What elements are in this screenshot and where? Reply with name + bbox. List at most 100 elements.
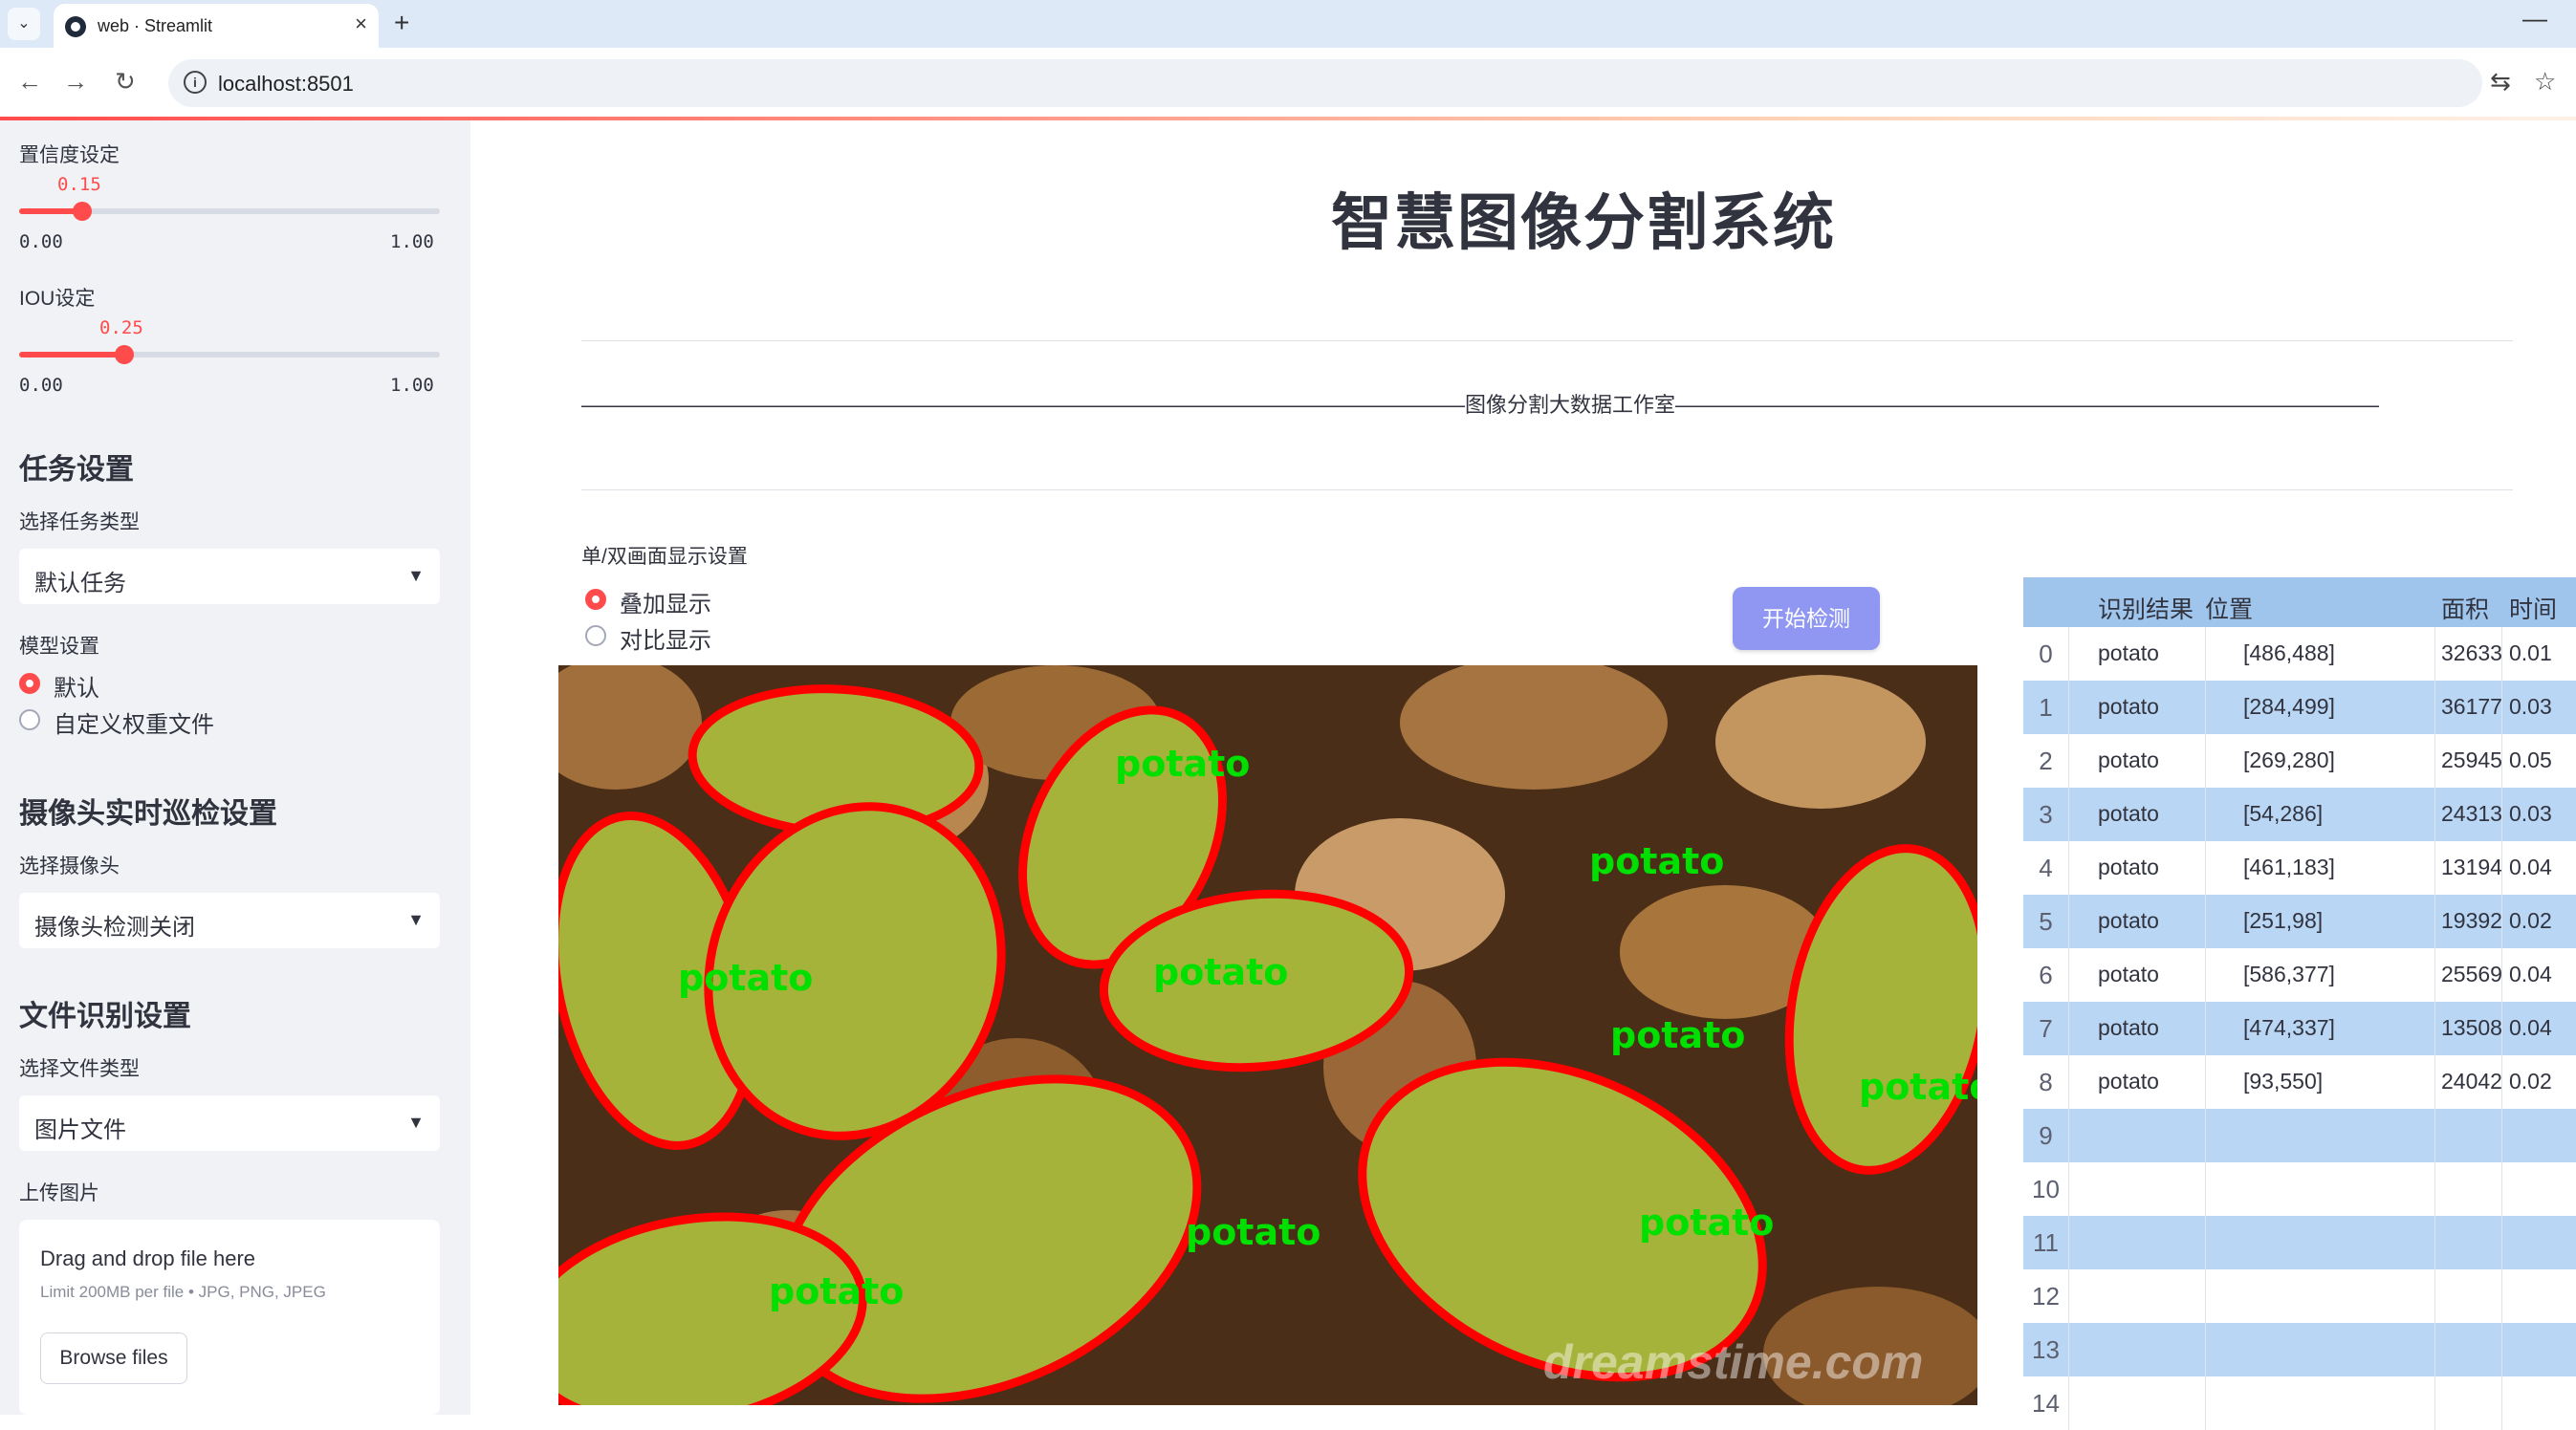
column-divider <box>2501 681 2502 734</box>
potato-label: potato <box>1610 1014 1745 1056</box>
row-label: potato <box>2098 801 2159 826</box>
address-bar-row: ← → ↻ i localhost:8501 ⇆ ☆ <box>0 48 2576 117</box>
forward-arrow-icon[interactable]: → <box>63 67 88 97</box>
divider <box>581 489 2513 490</box>
table-row[interactable]: 14 <box>2023 1376 2576 1430</box>
row-index: 8 <box>2023 1055 2069 1109</box>
url-text[interactable]: localhost:8501 <box>218 72 354 97</box>
row-area: 24042 <box>2441 1069 2502 1094</box>
row-position: [54,286] <box>2243 801 2324 826</box>
column-header-position[interactable]: 位置 <box>2205 591 2253 625</box>
row-label: potato <box>2098 694 2159 719</box>
radio-unselected-icon[interactable] <box>19 709 40 730</box>
table-row[interactable]: 3 potato [54,286] 24313 0.03 <box>2023 788 2576 841</box>
reload-icon[interactable]: ↻ <box>115 67 136 97</box>
row-position: [586,377] <box>2243 962 2335 986</box>
table-row[interactable]: 10 <box>2023 1162 2576 1216</box>
display-mode-label: 单/双画面显示设置 <box>581 546 748 568</box>
row-time: 0.05 <box>2509 748 2552 772</box>
potato-label: potato <box>678 957 813 999</box>
column-header-label[interactable]: 识别结果 <box>2098 591 2194 625</box>
table-row[interactable]: 8 potato [93,550] 24042 0.02 <box>2023 1055 2576 1109</box>
potato-label: potato <box>769 1270 904 1312</box>
table-row[interactable]: 0 potato [486,488] 32633 0.01 <box>2023 627 2576 681</box>
task-type-select[interactable]: 默认任务 ▼ <box>19 549 440 604</box>
minimize-window-button[interactable]: — <box>2522 4 2547 33</box>
file-type-label: 选择文件类型 <box>19 1058 140 1080</box>
page-title: 智慧图像分割系统 <box>1331 188 1836 257</box>
image-watermark: dreamstime.com <box>1543 1335 1924 1389</box>
file-dropzone[interactable]: Drag and drop file here Limit 200MB per … <box>19 1220 440 1415</box>
radio-selected-icon[interactable] <box>19 673 40 694</box>
row-index: 12 <box>2023 1269 2069 1323</box>
column-divider <box>2205 841 2206 895</box>
iou-slider-thumb[interactable] <box>115 345 134 364</box>
radio-selected-icon[interactable] <box>585 589 606 610</box>
site-info-icon[interactable]: i <box>184 71 207 94</box>
row-area: 19392 <box>2441 908 2502 933</box>
column-divider <box>2205 681 2206 734</box>
confidence-slider-thumb[interactable] <box>73 202 92 221</box>
row-index: 7 <box>2023 1002 2069 1055</box>
chevron-down-icon: ▼ <box>407 566 425 585</box>
camera-select[interactable]: 摄像头检测关闭 ▼ <box>19 893 440 948</box>
table-row[interactable]: 1 potato [284,499] 36177 0.03 <box>2023 681 2576 734</box>
potato-label: potato <box>1639 1202 1774 1244</box>
active-tab[interactable]: web · Streamlit × <box>54 4 379 48</box>
file-type-select[interactable]: 图片文件 ▼ <box>19 1095 440 1151</box>
column-divider <box>2434 1109 2435 1162</box>
column-divider <box>2501 1055 2502 1109</box>
close-tab-icon[interactable]: × <box>355 11 367 36</box>
column-divider <box>2205 1055 2206 1109</box>
camera-settings-header: 摄像头实时巡检设置 <box>19 798 277 830</box>
column-divider <box>2501 1162 2502 1216</box>
studio-subtitle: ————————————————————————————————————————… <box>581 393 2379 417</box>
table-row[interactable]: 11 <box>2023 1216 2576 1269</box>
task-type-label: 选择任务类型 <box>19 511 140 533</box>
table-row[interactable]: 2 potato [269,280] 25945 0.05 <box>2023 734 2576 788</box>
column-divider <box>2501 1109 2502 1162</box>
new-tab-button[interactable]: + <box>394 8 409 38</box>
table-row[interactable]: 6 potato [586,377] 25569 0.04 <box>2023 948 2576 1002</box>
column-divider <box>2205 734 2206 788</box>
table-row[interactable]: 13 <box>2023 1323 2576 1376</box>
row-label: potato <box>2098 1069 2159 1094</box>
row-index: 9 <box>2023 1109 2069 1162</box>
confidence-min: 0.00 <box>19 231 63 252</box>
url-field[interactable]: i localhost:8501 <box>168 59 2482 107</box>
table-row[interactable]: 7 potato [474,337] 13508 0.04 <box>2023 1002 2576 1055</box>
back-arrow-icon[interactable]: ← <box>17 67 42 97</box>
iou-slider[interactable] <box>19 345 440 364</box>
bookmark-star-icon[interactable]: ☆ <box>2534 67 2556 97</box>
table-row[interactable]: 5 potato [251,98] 19392 0.02 <box>2023 895 2576 948</box>
confidence-max: 1.00 <box>390 231 434 252</box>
radio-unselected-icon[interactable] <box>585 625 606 646</box>
model-option-label: 自定义权重文件 <box>54 712 214 738</box>
camera-label: 选择摄像头 <box>19 856 120 878</box>
table-row[interactable]: 12 <box>2023 1269 2576 1323</box>
column-header-area[interactable]: 面积 <box>2441 591 2489 625</box>
table-row[interactable]: 9 <box>2023 1109 2576 1162</box>
column-divider <box>2434 1269 2435 1323</box>
browser-window: ⌄ web · Streamlit × + — ← → ↻ i localhos… <box>0 0 2576 1430</box>
start-detection-button[interactable]: 开始检测 <box>1733 587 1880 650</box>
iou-max: 1.00 <box>390 375 434 396</box>
table-row[interactable]: 4 potato [461,183] 13194 0.04 <box>2023 841 2576 895</box>
browse-files-button[interactable]: Browse files <box>40 1332 187 1384</box>
column-divider <box>2501 627 2502 681</box>
column-header-time[interactable]: 时间 <box>2509 591 2557 625</box>
tab-bar: ⌄ web · Streamlit × + — <box>0 0 2576 48</box>
column-divider <box>2434 1216 2435 1269</box>
potato-label: potato <box>1589 840 1724 882</box>
row-area: 25945 <box>2441 748 2502 772</box>
confidence-slider[interactable] <box>19 202 440 221</box>
row-label: potato <box>2098 962 2159 986</box>
model-option-label: 默认 <box>54 676 99 702</box>
column-divider <box>2501 948 2502 1002</box>
row-time: 0.04 <box>2509 1015 2552 1040</box>
row-label: potato <box>2098 748 2159 772</box>
row-index: 2 <box>2023 734 2069 788</box>
tab-list-dropdown-icon[interactable]: ⌄ <box>8 8 40 40</box>
translate-icon[interactable]: ⇆ <box>2490 67 2511 97</box>
column-divider <box>2205 788 2206 841</box>
